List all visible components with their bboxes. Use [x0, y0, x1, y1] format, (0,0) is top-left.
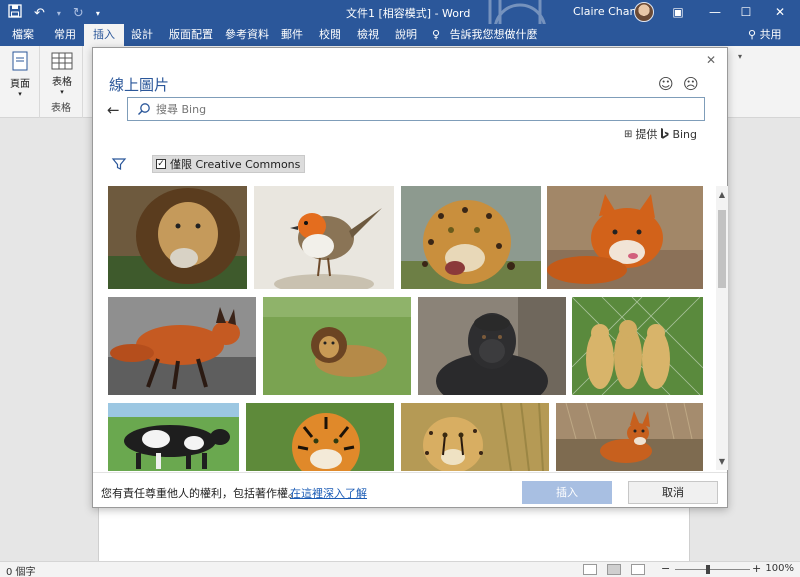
- person-icon: ⚲: [748, 28, 757, 41]
- pages-group: 頁面 ▾: [0, 46, 40, 118]
- image-result-fox[interactable]: [556, 403, 703, 471]
- filter-icon[interactable]: [111, 156, 127, 172]
- checkbox[interactable]: ✓: [156, 159, 166, 169]
- tab-file[interactable]: 檔案: [3, 24, 43, 46]
- grid-icon: ⊞: [624, 128, 633, 140]
- zoom-slider-thumb[interactable]: [706, 565, 710, 574]
- image-result-leopard[interactable]: [401, 186, 541, 289]
- tab-view[interactable]: 檢視: [348, 24, 388, 46]
- close-icon[interactable]: ✕: [771, 3, 789, 21]
- image-result-fox[interactable]: [108, 297, 256, 395]
- chevron-down-icon: ▾: [18, 90, 22, 98]
- pages-button[interactable]: 頁面 ▾: [6, 50, 34, 98]
- ribbon-tabs: 檔案 常用 插入 設計 版面配置 參考資料 郵件 校閱 檢視 說明 ♀ 告訴我您…: [0, 24, 800, 46]
- bing-logo-icon: [661, 128, 669, 139]
- word-count[interactable]: 0 個字: [6, 563, 36, 577]
- ribbon-display-options-icon[interactable]: ▣: [669, 3, 687, 21]
- chevron-down-icon: ▾: [60, 88, 64, 96]
- tables-group: 表格 ▾ 表格: [40, 46, 83, 118]
- provider-name: Bing: [672, 127, 697, 141]
- search-icon: [138, 103, 150, 115]
- document-title: 文件1 [相容模式] - Word: [346, 7, 471, 20]
- print-layout-icon[interactable]: [607, 564, 621, 575]
- creative-commons-filter[interactable]: ✓ 僅限 Creative Commons: [152, 155, 306, 173]
- share-button[interactable]: ⚲ 共用: [748, 24, 782, 46]
- scrollbar-thumb[interactable]: [718, 210, 726, 288]
- page-icon: [12, 51, 28, 71]
- maximize-icon[interactable]: ☐: [737, 3, 755, 21]
- tab-help[interactable]: 說明: [386, 24, 426, 46]
- table-button[interactable]: 表格 ▾: [48, 52, 76, 96]
- search-box[interactable]: [127, 97, 705, 121]
- table-button-label: 表格: [52, 77, 72, 88]
- title-bar-decoration: [488, 0, 546, 24]
- image-result-cheetahs[interactable]: [572, 297, 703, 395]
- pages-button-label: 頁面: [10, 79, 30, 90]
- image-results-grid: [93, 186, 713, 471]
- tab-insert[interactable]: 插入: [84, 24, 124, 46]
- search-input[interactable]: [156, 101, 696, 117]
- tab-layout[interactable]: 版面配置: [160, 24, 222, 46]
- scroll-up-icon[interactable]: ▲: [716, 190, 728, 199]
- close-icon[interactable]: ✕: [703, 52, 719, 68]
- user-name[interactable]: Claire Chang: [573, 5, 643, 18]
- undo-icon[interactable]: ↶: [34, 6, 45, 22]
- dropdown-icon[interactable]: ▾: [57, 6, 61, 22]
- tab-design[interactable]: 設計: [122, 24, 162, 46]
- image-result-lion[interactable]: [263, 297, 411, 395]
- image-result-gorilla[interactable]: [418, 297, 566, 395]
- tab-mailings[interactable]: 郵件: [272, 24, 312, 46]
- web-layout-icon[interactable]: [631, 564, 645, 575]
- customize-qat-icon[interactable]: ▾: [96, 6, 100, 22]
- tab-home[interactable]: 常用: [45, 24, 85, 46]
- image-result-robin[interactable]: [254, 186, 394, 289]
- tables-group-label: 表格: [51, 103, 71, 114]
- tell-me-label: 告訴我您想做什麼: [449, 28, 538, 41]
- minimize-icon[interactable]: —: [706, 3, 724, 21]
- title-bar: ↶ ▾ ↻ ▾ 文件1 [相容模式] - Word Claire Chang ▣…: [0, 0, 800, 24]
- redo-icon[interactable]: ↻: [73, 6, 84, 22]
- smile-feedback-icon[interactable]: ☺: [658, 75, 674, 93]
- dialog-title: 線上圖片: [109, 76, 170, 94]
- insert-button[interactable]: 插入: [522, 481, 612, 504]
- zoom-out-icon[interactable]: −: [661, 562, 670, 575]
- copyright-notice: 您有責任尊重他人的權利，包括著作權。: [101, 487, 299, 500]
- tab-review[interactable]: 校閱: [310, 24, 350, 46]
- online-pictures-dialog: ✕ 線上圖片 ☺ ☹ ← ⊞ 提供 Bing ✓ 僅限 Creative Com…: [92, 47, 728, 508]
- save-icon[interactable]: [8, 4, 22, 23]
- back-arrow-icon[interactable]: ←: [107, 101, 120, 119]
- collapse-ribbon-icon[interactable]: ▾: [738, 52, 742, 61]
- provider-attribution: ⊞ 提供 Bing: [624, 126, 697, 142]
- learn-more-link[interactable]: 在這裡深入了解: [290, 485, 367, 501]
- read-mode-icon[interactable]: [583, 564, 597, 575]
- zoom-slider[interactable]: [675, 569, 750, 570]
- image-result-lion[interactable]: [108, 186, 247, 289]
- table-icon: [51, 52, 73, 70]
- status-bar: 0 個字 − + 100%: [0, 561, 800, 577]
- lightbulb-icon: ♀: [432, 28, 441, 41]
- cancel-button[interactable]: 取消: [628, 481, 718, 504]
- vertical-scrollbar[interactable]: ▲ ▼: [716, 186, 728, 470]
- zoom-in-icon[interactable]: +: [752, 562, 761, 575]
- provider-label: 提供: [635, 128, 658, 141]
- tell-me-search[interactable]: ♀ 告訴我您想做什麼: [432, 24, 538, 46]
- image-result-fox[interactable]: [547, 186, 703, 289]
- avatar[interactable]: [634, 2, 654, 22]
- image-result-cow[interactable]: [108, 403, 239, 471]
- share-label: 共用: [759, 28, 782, 41]
- tab-references[interactable]: 參考資料: [216, 24, 278, 46]
- quick-access-toolbar: ↶ ▾ ↻ ▾: [8, 4, 100, 23]
- scroll-down-icon[interactable]: ▼: [716, 457, 728, 466]
- dialog-footer: 您有責任尊重他人的權利，包括著作權。 在這裡深入了解 插入 取消: [93, 472, 727, 508]
- frown-feedback-icon[interactable]: ☹: [683, 75, 699, 93]
- zoom-level[interactable]: 100%: [765, 563, 794, 574]
- creative-commons-label: 僅限 Creative Commons: [170, 158, 301, 171]
- image-result-cheetah[interactable]: [401, 403, 549, 471]
- word-window: ↶ ▾ ↻ ▾ 文件1 [相容模式] - Word Claire Chang ▣…: [0, 0, 800, 577]
- image-result-tiger[interactable]: [246, 403, 394, 471]
